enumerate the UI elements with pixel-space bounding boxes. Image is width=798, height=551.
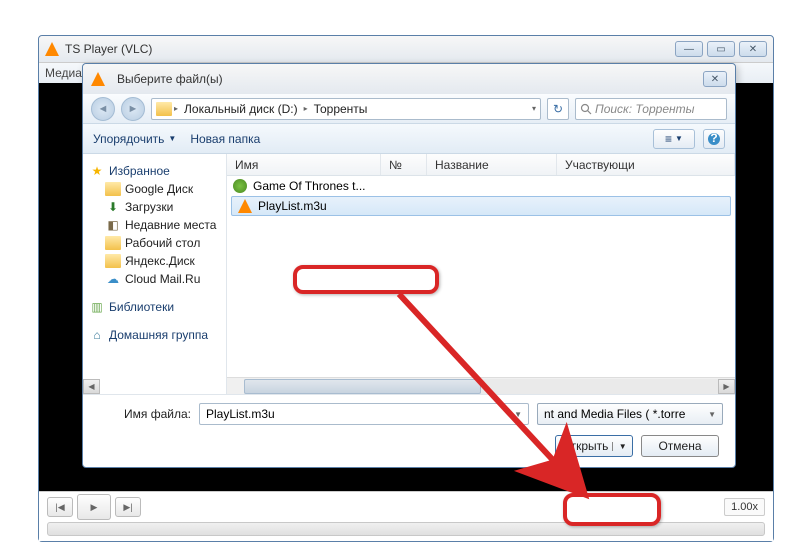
chevron-down-icon[interactable]: ▼ (514, 410, 522, 419)
folder-icon (105, 236, 121, 250)
prev-button[interactable]: |◀ (47, 497, 73, 517)
chevron-right-icon: ▸ (174, 104, 178, 113)
minimize-button[interactable]: — (675, 41, 703, 57)
file-open-dialog: Выберите файл(ы) ✕ ◄ ► ▸ Локальный диск … (82, 63, 736, 468)
recent-icon: ◧ (105, 218, 121, 232)
vlc-window-title: TS Player (VLC) (65, 42, 675, 56)
tree-libraries[interactable]: ▥Библиотеки (89, 298, 220, 316)
column-name[interactable]: Имя (227, 154, 381, 175)
tree-homegroup[interactable]: ⌂Домашняя группа (89, 326, 220, 344)
tree-recent[interactable]: ◧Недавние места (89, 216, 220, 234)
horizontal-scrollbar[interactable]: ◀ ▶ (227, 377, 735, 394)
chevron-down-icon: ▼ (612, 442, 627, 451)
homegroup-icon: ⌂ (89, 328, 105, 342)
organize-menu[interactable]: Упорядочить▼ (93, 132, 176, 146)
chevron-down-icon[interactable]: ▾ (532, 104, 536, 113)
file-name: Game Of Thrones t... (253, 179, 366, 193)
file-list: Имя № Название Участвующи Game Of Throne… (227, 154, 735, 394)
dialog-title: Выберите файл(ы) (117, 72, 223, 86)
next-button[interactable]: ▶| (115, 497, 141, 517)
search-input[interactable]: Поиск: Торренты (575, 98, 727, 120)
view-options-button[interactable]: ≡ ▼ (653, 129, 695, 149)
dialog-titlebar: Выберите файл(ы) ✕ (83, 64, 735, 94)
dialog-nav-bar: ◄ ► ▸ Локальный диск (D:) ▸ Торренты ▾ ↻… (83, 94, 735, 124)
scroll-left-button[interactable]: ◀ (83, 379, 100, 394)
column-participants[interactable]: Участвующи (557, 154, 735, 175)
seek-bar[interactable] (47, 522, 765, 536)
file-row[interactable]: Game Of Thrones t... (227, 176, 735, 196)
filename-label: Имя файла: (95, 407, 191, 421)
breadcrumb-level2[interactable]: Торренты (310, 102, 372, 116)
file-type-filter[interactable]: nt and Media Files ( *.torre ▼ (537, 403, 723, 425)
tree-downloads[interactable]: ⬇Загрузки (89, 198, 220, 216)
search-placeholder: Поиск: Торренты (595, 102, 694, 116)
dialog-bottom-panel: Имя файла: PlayList.m3u ▼ nt and Media F… (83, 394, 735, 466)
tree-cloud-mail[interactable]: ☁Cloud Mail.Ru (89, 270, 220, 288)
playback-speed[interactable]: 1.00x (724, 498, 765, 516)
maximize-button[interactable]: ▭ (707, 41, 735, 57)
cancel-button[interactable]: Отмена (641, 435, 719, 457)
tree-favorites[interactable]: ★Избранное (89, 162, 220, 180)
tree-google-disk[interactable]: Google Диск (89, 180, 220, 198)
dialog-toolbar: Упорядочить▼ Новая папка ≡ ▼ ? (83, 124, 735, 154)
star-icon: ★ (89, 164, 105, 178)
scroll-right-button[interactable]: ▶ (718, 379, 735, 394)
nav-forward-button[interactable]: ► (121, 97, 145, 121)
column-number[interactable]: № (381, 154, 427, 175)
folder-icon (105, 182, 121, 196)
search-icon (580, 103, 592, 115)
vlc-cone-icon (45, 42, 59, 56)
list-header: Имя № Название Участвующи (227, 154, 735, 176)
play-button[interactable]: ▶ (77, 494, 111, 520)
scroll-thumb[interactable] (244, 379, 481, 394)
torrent-icon (233, 179, 247, 193)
menu-media[interactable]: Медиа (45, 66, 82, 80)
file-row-selected[interactable]: PlayList.m3u (231, 196, 731, 216)
breadcrumb[interactable]: ▸ Локальный диск (D:) ▸ Торренты ▾ (151, 98, 541, 120)
download-icon: ⬇ (105, 200, 121, 214)
library-icon: ▥ (89, 300, 105, 314)
chevron-right-icon: ▸ (304, 104, 308, 113)
close-button[interactable]: ✕ (739, 41, 767, 57)
help-button[interactable]: ? (703, 129, 725, 149)
chevron-down-icon: ▼ (708, 410, 716, 419)
new-folder-button[interactable]: Новая папка (190, 132, 260, 146)
vlc-titlebar: TS Player (VLC) — ▭ ✕ (39, 36, 773, 63)
tree-desktop[interactable]: Рабочий стол (89, 234, 220, 252)
folder-icon (105, 254, 121, 268)
breadcrumb-level1[interactable]: Локальный диск (D:) (180, 102, 302, 116)
tree-yandex[interactable]: Яндекс.Диск (89, 252, 220, 270)
vlc-file-icon (238, 199, 252, 213)
folder-icon (156, 102, 172, 116)
filename-input[interactable]: PlayList.m3u ▼ (199, 403, 529, 425)
dialog-close-button[interactable]: ✕ (703, 71, 727, 87)
svg-text:?: ? (710, 132, 717, 145)
file-name: PlayList.m3u (258, 199, 327, 213)
nav-back-button[interactable]: ◄ (91, 97, 115, 121)
navigation-tree: ★Избранное Google Диск ⬇Загрузки ◧Недавн… (83, 154, 227, 394)
cloud-icon: ☁ (105, 272, 121, 286)
dialog-cone-icon (91, 72, 105, 86)
refresh-button[interactable]: ↻ (547, 98, 569, 120)
vlc-controls: |◀ ▶ ▶| 1.00x (39, 491, 773, 541)
column-title[interactable]: Название (427, 154, 557, 175)
open-button[interactable]: Открыть ▼ (555, 435, 633, 457)
help-icon: ? (707, 132, 721, 146)
